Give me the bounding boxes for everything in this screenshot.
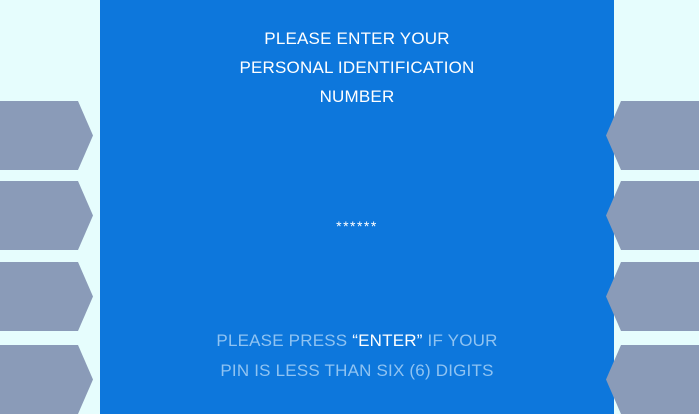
enter-keyword: ENTER xyxy=(358,331,417,350)
pin-entry-display: ****** xyxy=(336,218,378,234)
softkey-arrow-left-icon xyxy=(606,101,699,170)
left-softkey-3[interactable] xyxy=(0,262,93,331)
softkey-arrow-left-icon xyxy=(606,181,699,250)
right-softkey-1[interactable] xyxy=(606,101,699,170)
instruction-line-1: PLEASE PRESS “ENTER” IF YOUR xyxy=(100,326,614,356)
softkey-arrow-right-icon xyxy=(0,101,93,170)
prompt-line-2: PERSONAL IDENTIFICATION xyxy=(239,58,475,77)
instruction-suffix: IF YOUR xyxy=(422,331,498,350)
softkey-arrow-right-icon xyxy=(0,181,93,250)
softkey-arrow-left-icon xyxy=(606,345,699,414)
softkey-arrow-right-icon xyxy=(0,345,93,414)
atm-screen: PLEASE ENTER YOUR PERSONAL IDENTIFICATIO… xyxy=(100,0,614,414)
left-softkey-2[interactable] xyxy=(0,181,93,250)
left-softkey-1[interactable] xyxy=(0,101,93,170)
enter-instruction: PLEASE PRESS “ENTER” IF YOUR PIN IS LESS… xyxy=(100,326,614,386)
atm-window: PLEASE ENTER YOUR PERSONAL IDENTIFICATIO… xyxy=(0,0,699,414)
prompt-line-3: NUMBER xyxy=(319,87,395,106)
instruction-prefix: PLEASE PRESS xyxy=(216,331,353,350)
right-softkey-3[interactable] xyxy=(606,262,699,331)
right-softkey-2[interactable] xyxy=(606,181,699,250)
prompt-line-1: PLEASE ENTER YOUR xyxy=(264,29,450,48)
instruction-line-2: PIN IS LESS THAN SIX (6) DIGITS xyxy=(220,361,494,380)
left-softkey-4[interactable] xyxy=(0,345,93,414)
right-softkey-4[interactable] xyxy=(606,345,699,414)
softkey-arrow-left-icon xyxy=(606,262,699,331)
pin-prompt: PLEASE ENTER YOUR PERSONAL IDENTIFICATIO… xyxy=(100,24,614,111)
softkey-arrow-right-icon xyxy=(0,262,93,331)
